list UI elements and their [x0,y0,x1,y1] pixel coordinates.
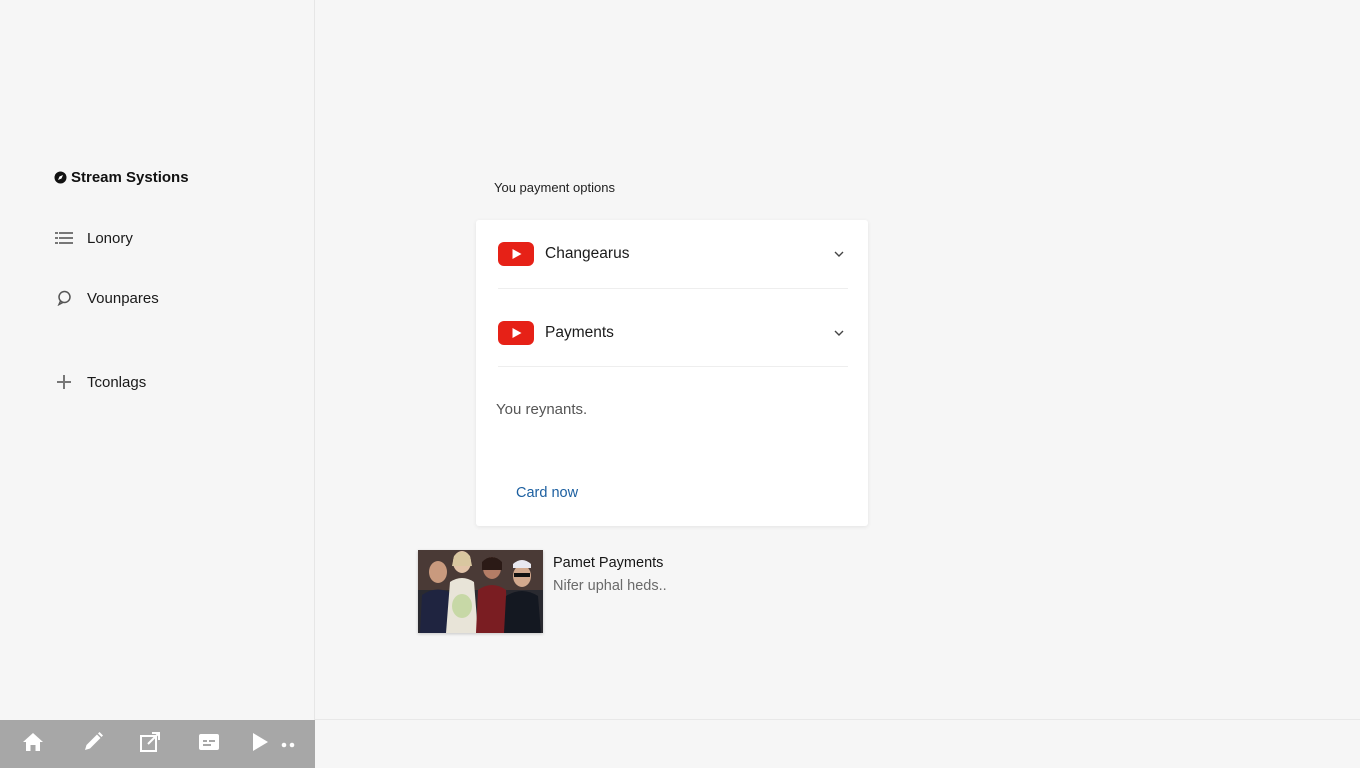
payment-option-changearus[interactable]: Changearus [498,234,848,274]
media-thumbnail[interactable] [418,550,543,633]
divider [315,719,1360,720]
option-label: Payments [545,324,614,341]
home-button[interactable] [20,732,46,756]
card-note: You reynants. [496,401,588,418]
more-icon [280,735,296,753]
sidebar-item-label: Vounpares [87,289,159,307]
section-title: You payment options [494,180,615,195]
compass-icon [54,171,67,184]
sidebar-item-label: Lonory [87,229,133,247]
payment-options-card: Changearus Payments You reynants. Card n… [476,220,868,526]
more-button[interactable] [275,732,301,756]
option-divider [498,288,848,289]
caption-icon [198,733,220,756]
bottom-toolbar [0,720,315,768]
play-button[interactable] [247,732,273,756]
payment-option-payments[interactable]: Payments [498,313,848,353]
card-now-link[interactable]: Card now [516,485,578,501]
brand-name: Stream Systions [71,168,189,186]
sidebar-item-lonory[interactable]: Lonory [54,226,294,250]
chevron-down-icon [832,326,846,340]
chevron-down-icon [832,247,846,261]
brand[interactable]: Stream Systions [54,167,189,187]
media-subtitle: Nifer uphal heds.. [553,578,667,594]
edit-button[interactable] [80,731,106,758]
sidebar-item-tconlags[interactable]: Tconlags [54,370,294,394]
sidebar-item-label: Tconlags [87,373,147,391]
sidebar: Stream Systions Lonory Vounpares Tconlag… [0,0,315,720]
option-divider [498,366,848,367]
play-icon [251,732,269,757]
pencil-icon [82,731,104,758]
home-icon [22,732,44,757]
youtube-play-icon [498,321,534,345]
export-button[interactable] [137,731,163,758]
group-photo-image [418,550,543,633]
plus-icon [54,372,74,392]
media-title[interactable]: Pamet Payments [553,555,663,571]
youtube-play-icon [498,242,534,266]
sidebar-item-vounpares[interactable]: Vounpares [54,286,294,310]
option-label: Changearus [545,245,630,262]
export-icon [139,731,161,758]
captions-button[interactable] [196,732,222,756]
list-icon [54,228,74,248]
chat-bubble-icon [54,288,74,308]
